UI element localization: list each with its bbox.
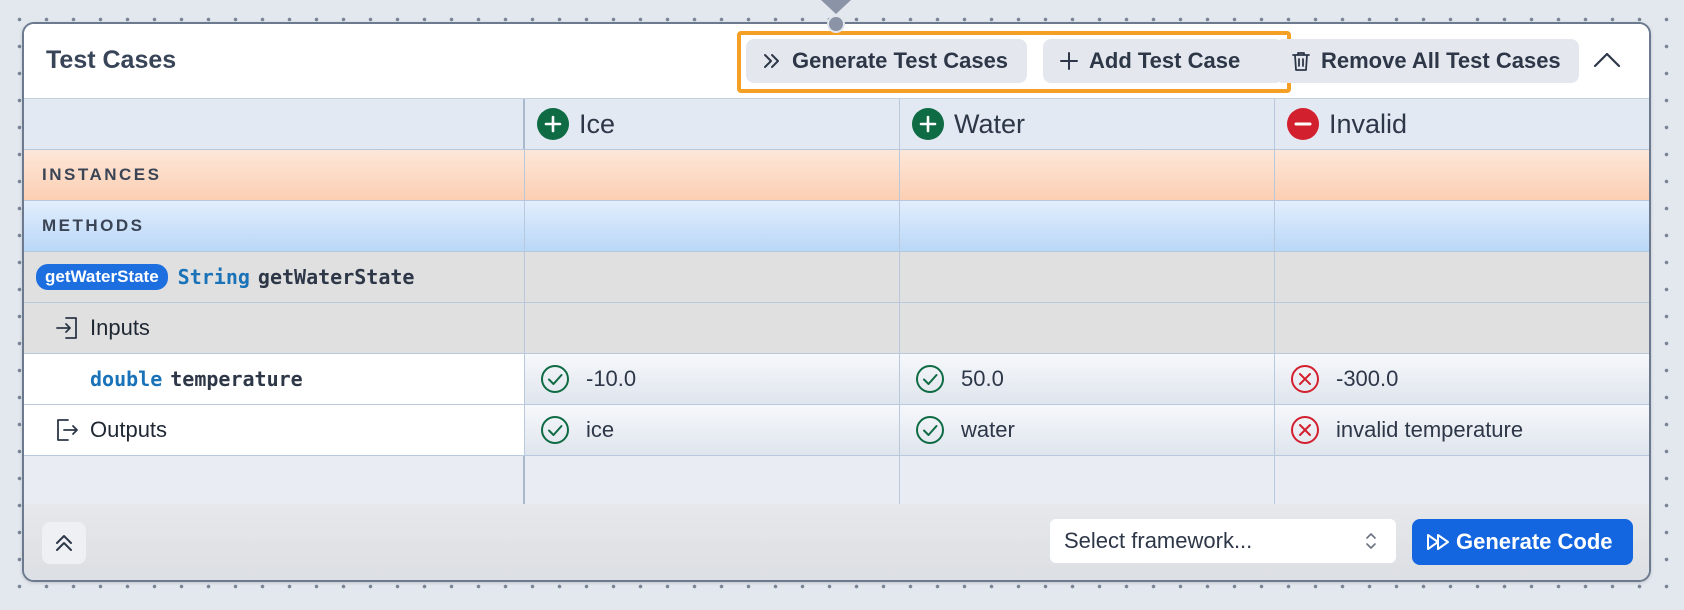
method-cell — [525, 201, 900, 251]
column-header[interactable]: Water — [900, 99, 1275, 149]
fast-forward-icon — [1427, 534, 1449, 550]
plus-circle-icon — [537, 108, 569, 140]
parameter-value-cell[interactable]: 50.0 — [900, 354, 1275, 404]
check-circle-icon — [541, 416, 569, 444]
outputs-row: Outputs ice water invalid temperature — [24, 405, 1649, 456]
methods-section-row: METHODS — [24, 201, 1649, 252]
framework-select[interactable]: Select framework... — [1050, 519, 1396, 563]
outputs-label: Outputs — [90, 417, 168, 442]
output-value-cell[interactable]: ice — [525, 405, 900, 455]
output-value: invalid temperature — [1336, 417, 1524, 442]
double-chevron-up-icon — [56, 535, 72, 551]
parameter-value-cell[interactable]: -10.0 — [525, 354, 900, 404]
method-row: getWaterState String getWaterState — [24, 252, 1649, 303]
parameter-row: double temperature -10.0 50.0 -300.0 — [24, 354, 1649, 405]
connector-arrow-icon — [821, 0, 851, 14]
parameter-value: -10.0 — [586, 366, 637, 391]
sign-in-icon — [56, 317, 77, 339]
method-value-cell — [900, 252, 1275, 302]
column-header-row: Ice Water Invalid — [24, 99, 1649, 150]
method-name: getWaterState — [257, 265, 415, 289]
generate-code-button[interactable]: Generate Code — [1412, 519, 1633, 565]
inputs-value-cell — [1275, 303, 1649, 353]
column-title: Ice — [579, 108, 616, 139]
generate-code-label: Generate Code — [1456, 529, 1613, 554]
connector-handle[interactable] — [827, 15, 845, 33]
test-cases-panel: Test Cases Generate Test Cases Add Test … — [22, 22, 1651, 582]
trash-icon — [1292, 52, 1310, 71]
methods-label: METHODS — [42, 216, 145, 235]
corner-cell — [24, 99, 525, 149]
check-circle-icon — [916, 416, 944, 444]
parameter-label-cell: double temperature — [24, 354, 525, 404]
instance-cell — [1275, 150, 1649, 200]
method-cell — [900, 201, 1275, 251]
test-case-grid: Ice Water Invalid INSTANCES METHODS getW… — [24, 99, 1649, 508]
column-header[interactable]: Ice — [525, 99, 900, 149]
remove-all-test-cases-button[interactable]: Remove All Test Cases — [1275, 39, 1579, 83]
parameter-value: 50.0 — [961, 366, 1004, 391]
plus-circle-icon — [912, 108, 944, 140]
panel-title: Test Cases — [46, 46, 177, 74]
instances-label-cell: INSTANCES — [24, 150, 525, 200]
check-circle-icon — [541, 365, 569, 393]
empty-row — [24, 456, 1649, 508]
framework-select-value: Select framework... — [1064, 528, 1253, 553]
parameter-type: double — [90, 367, 163, 391]
outputs-label-cell: Outputs — [24, 405, 525, 455]
inputs-value-cell — [900, 303, 1275, 353]
parameter-value: -300.0 — [1336, 366, 1399, 391]
instance-cell — [525, 150, 900, 200]
check-circle-icon — [916, 365, 944, 393]
panel-header: Test Cases Generate Test Cases Add Test … — [24, 24, 1649, 99]
empty-cell — [900, 456, 1275, 508]
instances-label: INSTANCES — [42, 165, 162, 184]
method-signature-cell: getWaterState String getWaterState — [24, 252, 525, 302]
inputs-label-cell: Inputs — [24, 303, 525, 353]
output-value: water — [961, 417, 1015, 442]
sign-out-icon — [57, 419, 78, 441]
method-return-type: String — [177, 265, 250, 289]
x-circle-icon — [1291, 365, 1319, 393]
output-value-cell[interactable]: invalid temperature — [1275, 405, 1649, 455]
expand-button[interactable] — [42, 522, 86, 564]
panel-footer: Select framework... Generate Code — [24, 504, 1649, 580]
column-header[interactable]: Invalid — [1275, 99, 1649, 149]
method-cell — [1275, 201, 1649, 251]
method-value-cell — [1275, 252, 1649, 302]
column-title: Invalid — [1329, 108, 1408, 139]
empty-cell — [24, 456, 525, 508]
method-pill: getWaterState — [36, 264, 168, 290]
empty-cell — [1275, 456, 1649, 508]
inputs-row: Inputs — [24, 303, 1649, 354]
method-value-cell — [525, 252, 900, 302]
minus-circle-icon — [1287, 108, 1319, 140]
inputs-label: Inputs — [90, 315, 150, 340]
parameter-value-cell[interactable]: -300.0 — [1275, 354, 1649, 404]
column-title: Water — [954, 108, 1026, 139]
output-value: ice — [586, 417, 615, 442]
empty-cell — [525, 456, 900, 508]
instance-cell — [900, 150, 1275, 200]
chevron-up-icon[interactable] — [1592, 46, 1622, 76]
output-value-cell[interactable]: water — [900, 405, 1275, 455]
highlight-box — [737, 31, 1291, 93]
instances-section-row: INSTANCES — [24, 150, 1649, 201]
select-updown-icon — [1366, 533, 1376, 549]
parameter-name: temperature — [170, 367, 303, 391]
methods-label-cell: METHODS — [24, 201, 525, 251]
x-circle-icon — [1291, 416, 1319, 444]
inputs-value-cell — [525, 303, 900, 353]
remove-all-label: Remove All Test Cases — [1321, 48, 1561, 73]
